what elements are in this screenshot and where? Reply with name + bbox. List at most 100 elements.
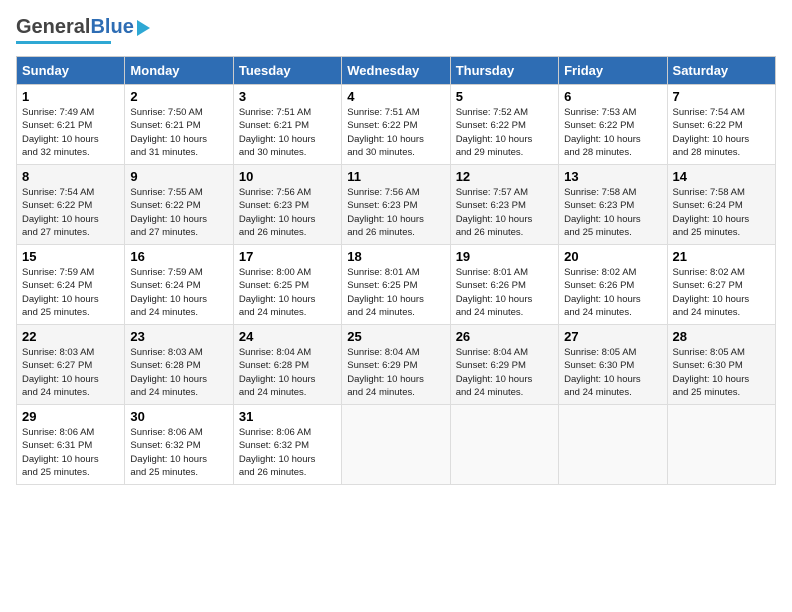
calendar-header-sunday: Sunday (17, 57, 125, 85)
day-number: 19 (456, 249, 553, 264)
day-number: 18 (347, 249, 444, 264)
day-number: 12 (456, 169, 553, 184)
day-info: Sunrise: 8:04 AMSunset: 6:28 PMDaylight:… (239, 346, 336, 399)
day-number: 2 (130, 89, 227, 104)
day-number: 5 (456, 89, 553, 104)
logo-blue-text: Blue (90, 16, 133, 39)
calendar-cell: 1 Sunrise: 7:49 AMSunset: 6:21 PMDayligh… (17, 85, 125, 165)
day-info: Sunrise: 8:04 AMSunset: 6:29 PMDaylight:… (347, 346, 444, 399)
day-number: 22 (22, 329, 119, 344)
day-info: Sunrise: 8:06 AMSunset: 6:31 PMDaylight:… (22, 426, 119, 479)
calendar-cell: 17 Sunrise: 8:00 AMSunset: 6:25 PMDaylig… (233, 245, 341, 325)
day-number: 24 (239, 329, 336, 344)
day-number: 9 (130, 169, 227, 184)
calendar-cell: 22 Sunrise: 8:03 AMSunset: 6:27 PMDaylig… (17, 325, 125, 405)
day-number: 1 (22, 89, 119, 104)
day-info: Sunrise: 8:01 AMSunset: 6:25 PMDaylight:… (347, 266, 444, 319)
calendar-header-thursday: Thursday (450, 57, 558, 85)
day-info: Sunrise: 7:59 AMSunset: 6:24 PMDaylight:… (130, 266, 227, 319)
calendar-cell: 20 Sunrise: 8:02 AMSunset: 6:26 PMDaylig… (559, 245, 667, 325)
day-info: Sunrise: 8:05 AMSunset: 6:30 PMDaylight:… (673, 346, 770, 399)
day-number: 4 (347, 89, 444, 104)
day-info: Sunrise: 7:50 AMSunset: 6:21 PMDaylight:… (130, 106, 227, 159)
day-number: 11 (347, 169, 444, 184)
day-number: 20 (564, 249, 661, 264)
calendar-table: SundayMondayTuesdayWednesdayThursdayFrid… (16, 56, 776, 485)
calendar-header-tuesday: Tuesday (233, 57, 341, 85)
day-info: Sunrise: 7:53 AMSunset: 6:22 PMDaylight:… (564, 106, 661, 159)
page-header: General Blue (16, 16, 776, 44)
day-number: 7 (673, 89, 770, 104)
day-number: 28 (673, 329, 770, 344)
day-number: 21 (673, 249, 770, 264)
calendar-cell: 21 Sunrise: 8:02 AMSunset: 6:27 PMDaylig… (667, 245, 775, 325)
day-info: Sunrise: 7:56 AMSunset: 6:23 PMDaylight:… (239, 186, 336, 239)
day-info: Sunrise: 8:04 AMSunset: 6:29 PMDaylight:… (456, 346, 553, 399)
day-info: Sunrise: 8:06 AMSunset: 6:32 PMDaylight:… (130, 426, 227, 479)
calendar-cell: 23 Sunrise: 8:03 AMSunset: 6:28 PMDaylig… (125, 325, 233, 405)
calendar-cell: 15 Sunrise: 7:59 AMSunset: 6:24 PMDaylig… (17, 245, 125, 325)
day-info: Sunrise: 7:59 AMSunset: 6:24 PMDaylight:… (22, 266, 119, 319)
calendar-cell: 12 Sunrise: 7:57 AMSunset: 6:23 PMDaylig… (450, 165, 558, 245)
day-info: Sunrise: 8:03 AMSunset: 6:27 PMDaylight:… (22, 346, 119, 399)
calendar-cell: 28 Sunrise: 8:05 AMSunset: 6:30 PMDaylig… (667, 325, 775, 405)
calendar-cell: 29 Sunrise: 8:06 AMSunset: 6:31 PMDaylig… (17, 405, 125, 485)
day-info: Sunrise: 8:05 AMSunset: 6:30 PMDaylight:… (564, 346, 661, 399)
day-number: 8 (22, 169, 119, 184)
calendar-header-saturday: Saturday (667, 57, 775, 85)
logo-general-text: General (16, 16, 90, 39)
calendar-cell (667, 405, 775, 485)
day-number: 30 (130, 409, 227, 424)
calendar-cell: 25 Sunrise: 8:04 AMSunset: 6:29 PMDaylig… (342, 325, 450, 405)
day-number: 15 (22, 249, 119, 264)
day-number: 16 (130, 249, 227, 264)
calendar-cell: 7 Sunrise: 7:54 AMSunset: 6:22 PMDayligh… (667, 85, 775, 165)
calendar-cell: 4 Sunrise: 7:51 AMSunset: 6:22 PMDayligh… (342, 85, 450, 165)
day-number: 3 (239, 89, 336, 104)
calendar-cell: 5 Sunrise: 7:52 AMSunset: 6:22 PMDayligh… (450, 85, 558, 165)
calendar-cell: 13 Sunrise: 7:58 AMSunset: 6:23 PMDaylig… (559, 165, 667, 245)
day-info: Sunrise: 7:51 AMSunset: 6:21 PMDaylight:… (239, 106, 336, 159)
day-info: Sunrise: 7:52 AMSunset: 6:22 PMDaylight:… (456, 106, 553, 159)
calendar-cell: 16 Sunrise: 7:59 AMSunset: 6:24 PMDaylig… (125, 245, 233, 325)
logo-arrow-icon (137, 20, 150, 36)
calendar-header-monday: Monday (125, 57, 233, 85)
day-info: Sunrise: 7:57 AMSunset: 6:23 PMDaylight:… (456, 186, 553, 239)
calendar-cell: 10 Sunrise: 7:56 AMSunset: 6:23 PMDaylig… (233, 165, 341, 245)
calendar-cell (450, 405, 558, 485)
calendar-cell: 18 Sunrise: 8:01 AMSunset: 6:25 PMDaylig… (342, 245, 450, 325)
day-info: Sunrise: 8:03 AMSunset: 6:28 PMDaylight:… (130, 346, 227, 399)
day-info: Sunrise: 8:02 AMSunset: 6:27 PMDaylight:… (673, 266, 770, 319)
day-number: 27 (564, 329, 661, 344)
day-info: Sunrise: 7:56 AMSunset: 6:23 PMDaylight:… (347, 186, 444, 239)
calendar-cell (559, 405, 667, 485)
day-number: 17 (239, 249, 336, 264)
day-info: Sunrise: 8:06 AMSunset: 6:32 PMDaylight:… (239, 426, 336, 479)
logo: General Blue (16, 16, 150, 44)
calendar-cell: 9 Sunrise: 7:55 AMSunset: 6:22 PMDayligh… (125, 165, 233, 245)
calendar-cell: 11 Sunrise: 7:56 AMSunset: 6:23 PMDaylig… (342, 165, 450, 245)
day-info: Sunrise: 7:58 AMSunset: 6:24 PMDaylight:… (673, 186, 770, 239)
calendar-cell: 14 Sunrise: 7:58 AMSunset: 6:24 PMDaylig… (667, 165, 775, 245)
day-info: Sunrise: 7:58 AMSunset: 6:23 PMDaylight:… (564, 186, 661, 239)
day-number: 26 (456, 329, 553, 344)
day-number: 13 (564, 169, 661, 184)
day-info: Sunrise: 8:01 AMSunset: 6:26 PMDaylight:… (456, 266, 553, 319)
calendar-cell: 27 Sunrise: 8:05 AMSunset: 6:30 PMDaylig… (559, 325, 667, 405)
calendar-cell: 6 Sunrise: 7:53 AMSunset: 6:22 PMDayligh… (559, 85, 667, 165)
day-number: 31 (239, 409, 336, 424)
day-info: Sunrise: 7:54 AMSunset: 6:22 PMDaylight:… (673, 106, 770, 159)
calendar-cell: 2 Sunrise: 7:50 AMSunset: 6:21 PMDayligh… (125, 85, 233, 165)
day-number: 10 (239, 169, 336, 184)
calendar-cell (342, 405, 450, 485)
day-number: 23 (130, 329, 227, 344)
day-number: 6 (564, 89, 661, 104)
calendar-header-wednesday: Wednesday (342, 57, 450, 85)
calendar-cell: 19 Sunrise: 8:01 AMSunset: 6:26 PMDaylig… (450, 245, 558, 325)
day-info: Sunrise: 7:49 AMSunset: 6:21 PMDaylight:… (22, 106, 119, 159)
calendar-cell: 24 Sunrise: 8:04 AMSunset: 6:28 PMDaylig… (233, 325, 341, 405)
calendar-cell: 30 Sunrise: 8:06 AMSunset: 6:32 PMDaylig… (125, 405, 233, 485)
calendar-cell: 31 Sunrise: 8:06 AMSunset: 6:32 PMDaylig… (233, 405, 341, 485)
day-info: Sunrise: 8:00 AMSunset: 6:25 PMDaylight:… (239, 266, 336, 319)
calendar-cell: 26 Sunrise: 8:04 AMSunset: 6:29 PMDaylig… (450, 325, 558, 405)
